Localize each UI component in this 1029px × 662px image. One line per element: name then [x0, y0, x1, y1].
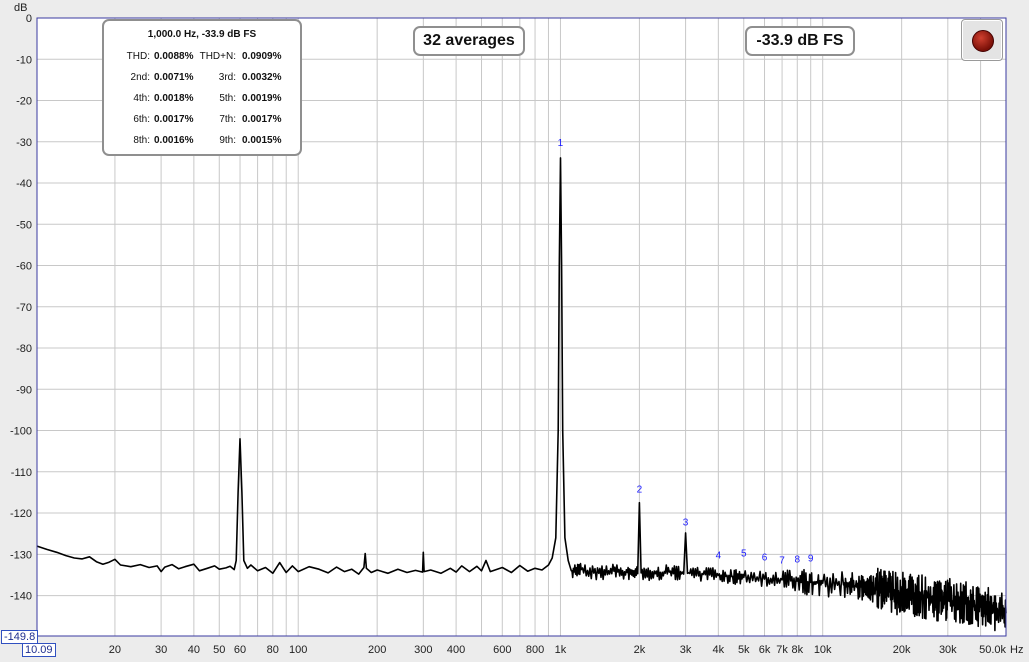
stat-label: 4th: [133, 93, 150, 104]
stat-value: 0.0016% [154, 135, 194, 146]
harmonic-marker-label: 5 [741, 548, 747, 559]
y-min-label: -149.8 [1, 630, 39, 644]
x-tick-label: 50 [213, 644, 225, 656]
x-tick-label: 30k [939, 644, 957, 656]
x-tick-label: 40 [188, 644, 200, 656]
harmonic-marker-label: 9 [808, 553, 814, 564]
x-tick-label: 80 [267, 644, 279, 656]
stats-title: 1,000.0 Hz, -33.9 dB FS [147, 29, 257, 40]
harmonic-marker-label: 1 [558, 138, 564, 149]
stat-label: 6th: [133, 114, 150, 125]
x-axis-ticks: 20 30 40 50 60 80 100 200 300 400 600 800 1k 2k 3k 4k 5k… [109, 644, 1007, 656]
stat-label: THD: [126, 51, 150, 62]
averages-badge: 32 averages [413, 26, 525, 56]
stat-value: 0.0017% [242, 114, 282, 125]
x-tick-label: 60 [234, 644, 246, 656]
x-tick-label: 20k [893, 644, 911, 656]
stat-label: 3rd: [218, 72, 236, 83]
stat-value: 0.0019% [242, 93, 282, 104]
stat-label: 2nd: [130, 72, 150, 83]
x-tick-label: 100 [289, 644, 307, 656]
y-tick-label: -20 [16, 96, 32, 108]
y-tick-label: -130 [10, 549, 32, 561]
y-tick-label: -30 [16, 137, 32, 149]
x-tick-label: 50.0k [979, 644, 1006, 656]
y-tick-label: -80 [16, 343, 32, 355]
x-tick-label: 5k [738, 644, 750, 656]
x-tick-label: 200 [368, 644, 386, 656]
harmonic-marker-label: 8 [795, 555, 801, 566]
x-tick-label: 10k [814, 644, 832, 656]
x-tick-label: 2k [634, 644, 646, 656]
stat-label: 8th: [133, 135, 150, 146]
stat-label: THD+N: [199, 51, 236, 62]
stat-label: 7th: [219, 114, 236, 125]
y-tick-label: -60 [16, 261, 32, 273]
record-icon [972, 30, 994, 52]
x-tick-label: 1k [555, 644, 567, 656]
y-tick-label: 0 [26, 13, 32, 25]
stat-value: 0.0017% [154, 114, 194, 125]
stat-label: 5th: [219, 93, 236, 104]
harmonic-marker-label: 7 [779, 555, 785, 566]
stat-value: 0.0015% [242, 135, 282, 146]
level-badge: -33.9 dB FS [745, 26, 855, 56]
harmonic-marker-label: 6 [762, 553, 768, 564]
stat-value: 0.0032% [242, 72, 282, 83]
y-tick-label: -140 [10, 591, 32, 603]
y-axis-label: dB [14, 2, 27, 14]
y-tick-label: -100 [10, 426, 32, 438]
stat-value: 0.0071% [154, 72, 194, 83]
x-min-label: 10.09 [22, 643, 56, 657]
x-tick-label: 20 [109, 644, 121, 656]
x-tick-label: 400 [447, 644, 465, 656]
x-tick-label: 300 [414, 644, 432, 656]
x-tick-label: 6k [759, 644, 771, 656]
x-tick-label: 600 [493, 644, 511, 656]
x-tick-label: 4k [713, 644, 725, 656]
record-button[interactable] [961, 19, 1003, 61]
stat-value: 0.0018% [154, 93, 194, 104]
x-tick-label: 8k [791, 644, 803, 656]
distortion-stats-panel: 1,000.0 Hz, -33.9 dB FS THD: 0.0088% THD+N… [102, 19, 302, 156]
stat-value: 0.0088% [154, 51, 194, 62]
y-tick-label: -110 [11, 467, 32, 479]
harmonic-marker-label: 2 [637, 484, 643, 495]
x-tick-label: 30 [155, 644, 167, 656]
y-axis-ticks: 0 -10 -20 -30 -40 -50 -60 -70 -80 -90 -100 -110 -120… [10, 13, 32, 603]
y-tick-label: -120 [10, 508, 32, 520]
harmonic-marker-label: 3 [683, 517, 689, 528]
y-tick-label: -70 [16, 302, 32, 314]
x-tick-label: 3k [680, 644, 692, 656]
y-tick-label: -50 [16, 219, 32, 231]
y-tick-label: -90 [16, 384, 32, 396]
y-tick-label: -10 [16, 54, 32, 66]
stat-value: 0.0909% [242, 51, 282, 62]
x-tick-label: 7k [776, 644, 788, 656]
y-tick-label: -40 [16, 178, 32, 190]
x-axis-unit: Hz [1010, 644, 1023, 656]
harmonic-marker-label: 4 [716, 550, 722, 561]
x-tick-label: 800 [526, 644, 544, 656]
stat-label: 9th: [219, 135, 236, 146]
